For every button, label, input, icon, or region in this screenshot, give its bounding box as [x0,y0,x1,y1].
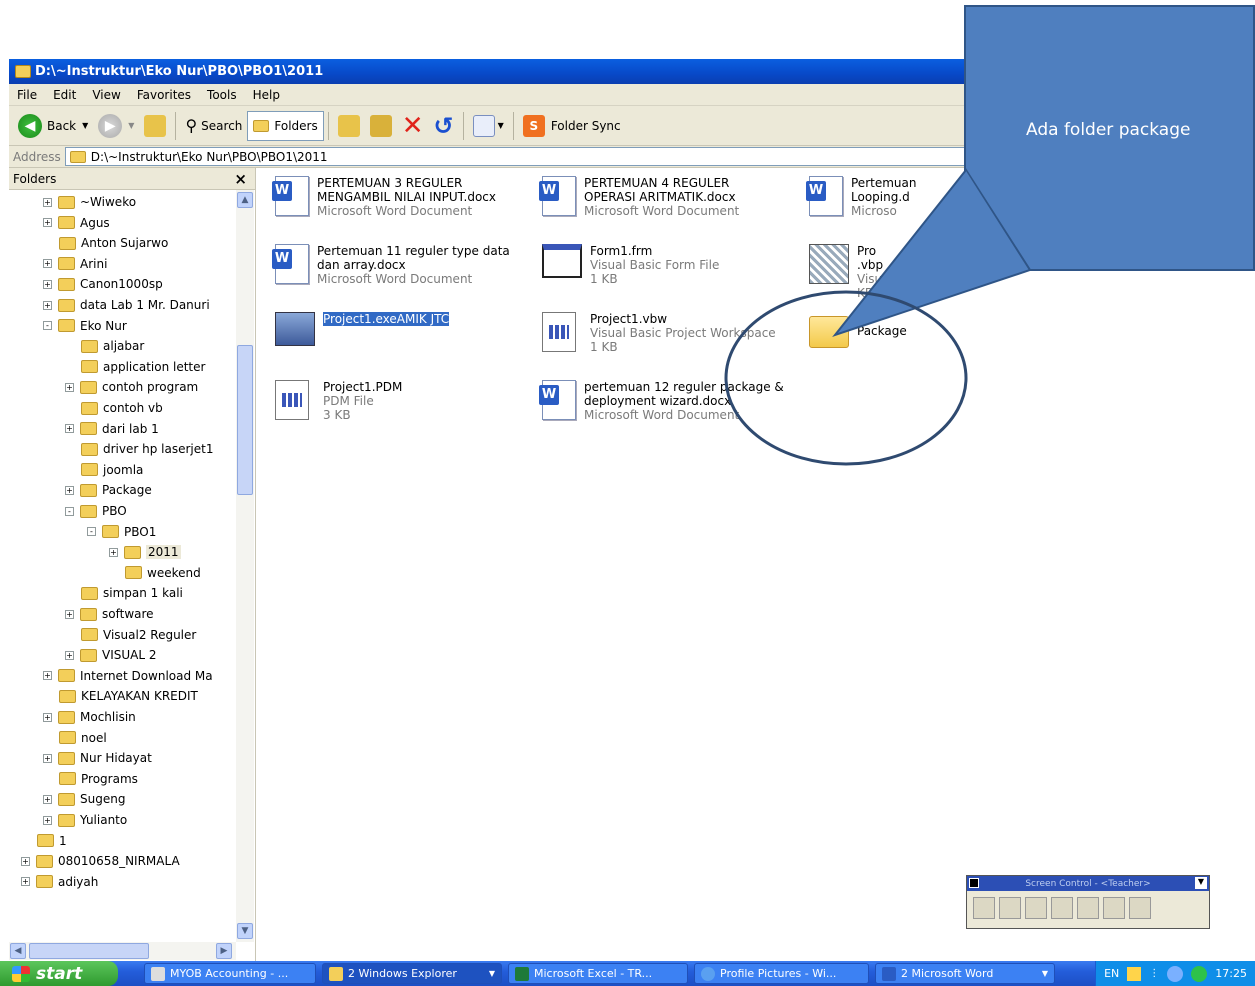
taskbar-button-label: Microsoft Excel - TR... [534,967,653,980]
dropdown-arrow-icon: ▼ [488,969,495,978]
taskbar-button-label: 2 Windows Explorer [348,967,457,980]
screen-control-toolbar: Screen Control - <Teacher> ▼ [966,875,1210,929]
monitor-icon[interactable] [999,897,1021,919]
annotation-overlay [724,168,1032,466]
taskbar-button-label: Profile Pictures - Wi... [720,967,837,980]
taskbar-button-myob[interactable]: MYOB Accounting - ... [144,963,316,984]
internet-explorer-icon [701,966,715,981]
exit-icon[interactable] [1129,897,1151,919]
dropdown-arrow-icon: ▼ [1041,969,1048,978]
taskbar-button-word[interactable]: 2 Microsoft Word ▼ [875,963,1055,984]
broadcast-icon[interactable] [973,897,995,919]
start-button[interactable]: start [0,961,118,986]
folder-icon [329,966,343,981]
tray-arrow-icon[interactable] [1167,965,1184,982]
windows-logo-icon [12,965,30,982]
taskbar-button-excel[interactable]: Microsoft Excel - TR... [508,963,688,984]
help-icon[interactable] [1127,966,1142,981]
pen-icon[interactable] [1077,897,1099,919]
voice-icon[interactable] [1051,897,1073,919]
remote-icon[interactable] [1103,897,1125,919]
word-icon [882,966,896,981]
lock-icon[interactable] [1025,897,1047,919]
language-indicator[interactable]: EN [1104,967,1119,980]
start-label: start [36,963,83,984]
taskbar-button-label: MYOB Accounting - ... [170,967,289,980]
taskbar: start MYOB Accounting - ... 2 Windows Ex… [0,961,1255,986]
screen-control-title: Screen Control - <Teacher> [1025,878,1151,889]
taskbar-button-ie[interactable]: Profile Pictures - Wi... [694,963,869,984]
tray-expand-icon[interactable]: ⋮ [1149,968,1159,979]
myob-icon [151,966,165,981]
screen-control-icons [967,891,1209,925]
system-tray: EN ⋮ 17:25 [1095,961,1255,986]
excel-icon [515,966,529,981]
taskbar-button-label: 2 Microsoft Word [901,967,994,980]
screen-control-menu-icon[interactable] [969,878,979,888]
taskbar-button-explorer[interactable]: 2 Windows Explorer ▼ [322,963,502,984]
dropdown-arrow-icon[interactable]: ▼ [1195,877,1207,889]
clock[interactable]: 17:25 [1215,967,1247,980]
highlight-ellipse [724,290,968,466]
screen-control-title-bar[interactable]: Screen Control - <Teacher> ▼ [967,876,1209,891]
network-icon[interactable] [1191,965,1208,982]
